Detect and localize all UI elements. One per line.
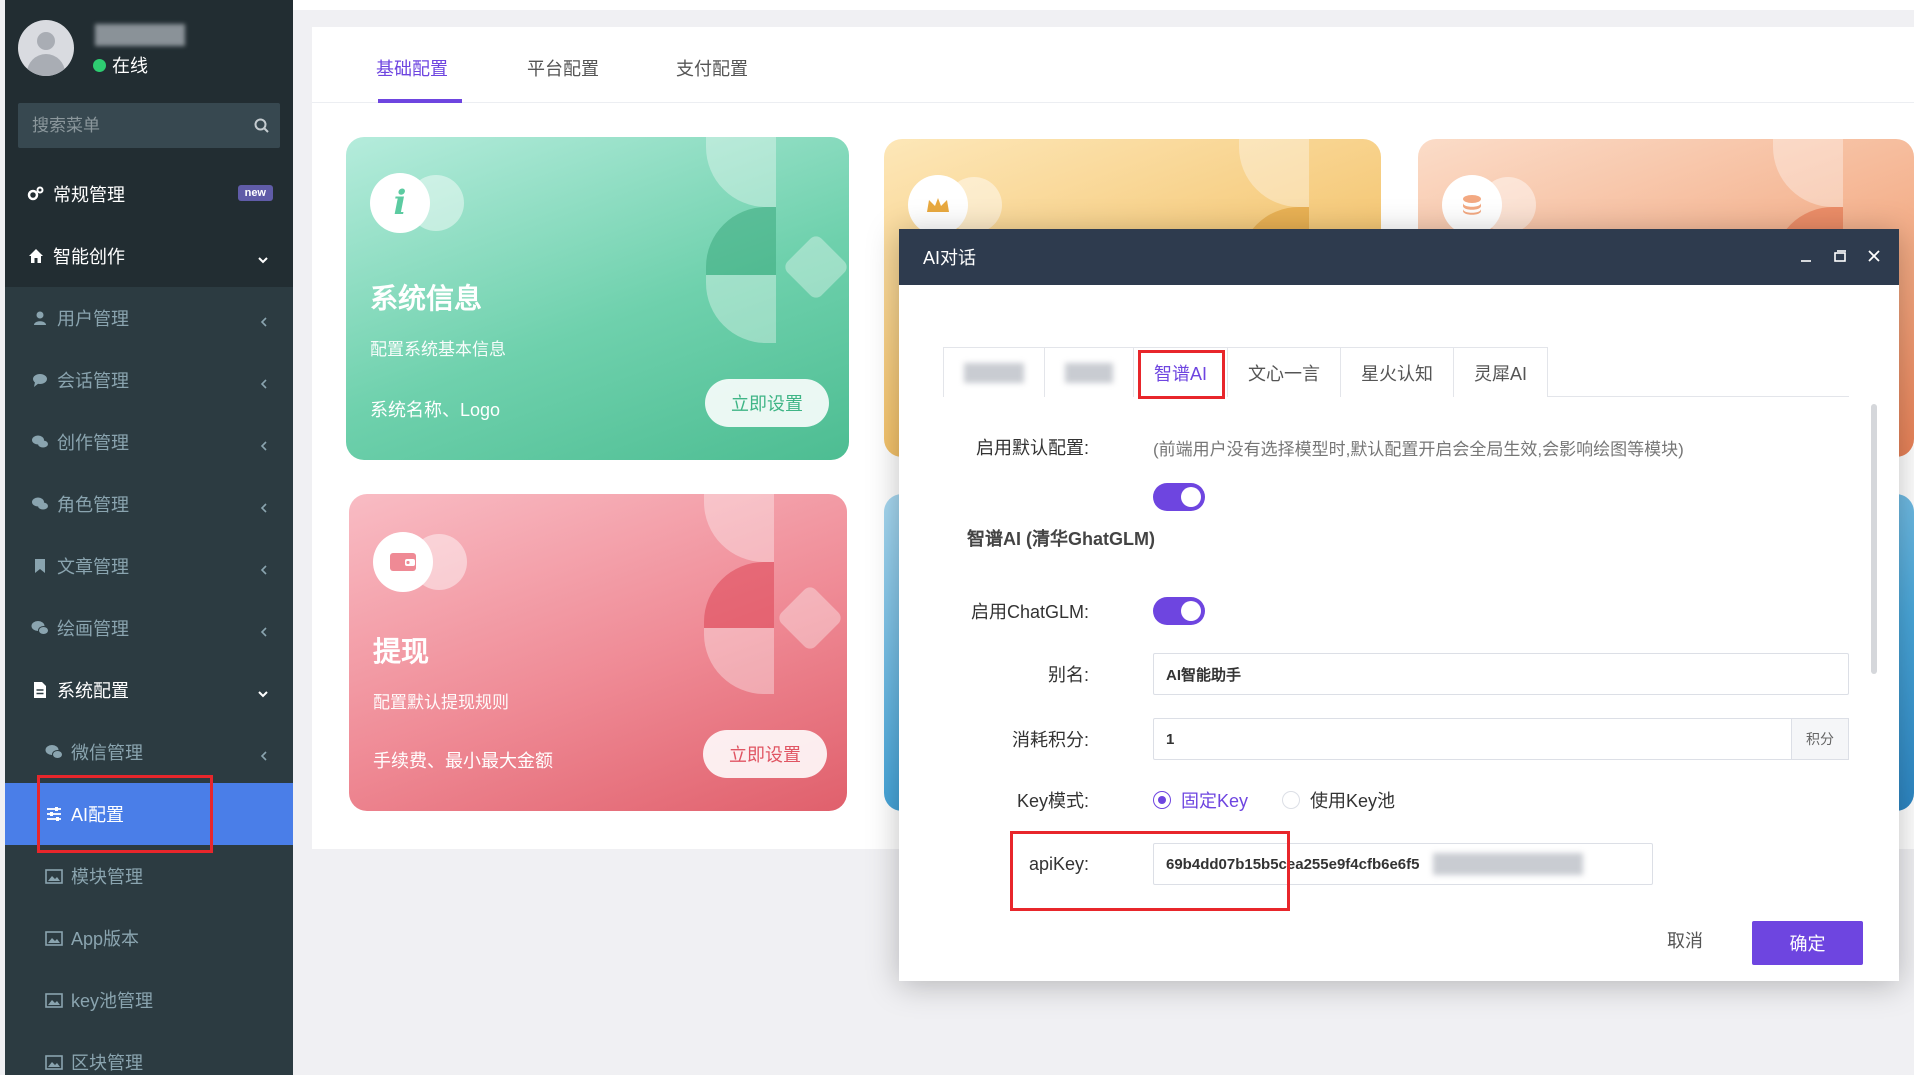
sidebar: 在线 常规管理 new 智能创作 用户管理 会话管理: [5, 0, 293, 1075]
gears-icon: [27, 185, 45, 203]
config-tabs: 基础配置 平台配置 支付配置: [312, 27, 1914, 103]
chevron-left-icon: [259, 560, 269, 575]
creation-submenu: 用户管理 会话管理 创作管理 角色管理 文章管理 绘画管理 系统配置 微信管理 …: [5, 287, 293, 1075]
maximize-icon[interactable]: [1831, 247, 1849, 265]
radio-key-pool[interactable]: 使用Key池: [1282, 787, 1395, 813]
comment-icon: [31, 371, 49, 389]
tab-xinghuo[interactable]: 星火认知: [1340, 347, 1455, 397]
avatar[interactable]: [18, 20, 74, 76]
enable-chatglm-toggle[interactable]: [1153, 597, 1205, 625]
comments-icon: [31, 433, 49, 451]
card-system-info: i 系统信息 配置系统基本信息 系统名称、Logo 立即设置: [346, 137, 849, 460]
row-alias: 别名:: [899, 653, 1899, 695]
chevron-down-icon: [257, 250, 269, 264]
row-key-mode: Key模式: 固定Key 使用Key池: [899, 780, 1899, 820]
radio-fixed-key[interactable]: 固定Key: [1153, 787, 1248, 813]
chevron-left-icon: [259, 746, 269, 761]
key-mode-group: 固定Key 使用Key池: [1153, 787, 1429, 813]
highlight-box-ai-config: [37, 775, 213, 853]
sidebar-item-drawings[interactable]: 绘画管理: [5, 597, 293, 659]
card-withdraw: 提现 配置默认提现规则 手续费、最小最大金额 立即设置: [349, 494, 847, 811]
sidebar-item-key-pool[interactable]: key池管理: [5, 969, 293, 1031]
crown-icon: [908, 175, 968, 235]
online-status: 在线: [93, 52, 148, 78]
sidebar-item-creation[interactable]: 智能创作: [5, 225, 293, 287]
menu-search: [18, 103, 280, 148]
image-icon: [45, 991, 63, 1009]
sidebar-menu: 常规管理 new 智能创作 用户管理 会话管理 创作管理 角色管理 文章管理 绘…: [5, 163, 293, 1075]
cost-input[interactable]: [1153, 718, 1793, 760]
alias-input[interactable]: [1153, 653, 1849, 695]
close-icon[interactable]: [1865, 247, 1883, 265]
sidebar-item-app-version[interactable]: App版本: [5, 907, 293, 969]
sidebar-item-system-config[interactable]: 系统配置: [5, 659, 293, 721]
section-title-zhipu: 智谱AI (清华GhatGLM): [967, 529, 1155, 549]
chevron-left-icon: [259, 498, 269, 513]
file-icon: [31, 681, 49, 699]
wallet-icon: [373, 532, 433, 592]
tab-basic[interactable]: 基础配置: [376, 55, 448, 81]
new-badge: new: [237, 185, 273, 201]
chevron-left-icon: [259, 436, 269, 451]
online-dot-icon: [93, 58, 106, 72]
user-name-redacted: [95, 24, 185, 46]
home-icon: [27, 247, 45, 265]
dialog-header: AI对话: [899, 229, 1899, 285]
ai-provider-tabs: 智谱AI 文心一言 星火认知 灵犀AI: [943, 347, 1849, 397]
withdraw-setup-button[interactable]: 立即设置: [703, 730, 827, 778]
wechat-icon: [31, 619, 49, 637]
row-default-config: 启用默认配置: (前端用户没有选择模型时,默认配置开启会全局生效,会影响绘图等模…: [899, 427, 1899, 467]
sidebar-item-wechat[interactable]: 微信管理: [5, 721, 293, 783]
cancel-button[interactable]: 取消: [1667, 927, 1703, 953]
coins-icon: [1442, 175, 1502, 235]
system-info-setup-button[interactable]: 立即设置: [705, 379, 829, 427]
top-strip: [293, 0, 1914, 10]
default-config-hint: (前端用户没有选择模型时,默认配置开启会全局生效,会影响绘图等模块): [1153, 439, 1684, 459]
tab-wenxin[interactable]: 文心一言: [1227, 347, 1342, 397]
row-cost: 消耗积分: 积分: [899, 718, 1899, 760]
chevron-left-icon: [259, 312, 269, 327]
sidebar-item-general[interactable]: 常规管理 new: [5, 163, 293, 225]
minimize-icon[interactable]: [1797, 247, 1815, 265]
search-icon[interactable]: [253, 117, 271, 135]
user-panel: 在线: [5, 0, 293, 96]
highlight-box-apikey: [1010, 831, 1290, 911]
sidebar-item-articles[interactable]: 文章管理: [5, 535, 293, 597]
tab-payment[interactable]: 支付配置: [676, 55, 748, 81]
image-icon: [45, 867, 63, 885]
user-icon: [31, 309, 49, 327]
sidebar-item-modules[interactable]: 模块管理: [5, 845, 293, 907]
default-config-toggle[interactable]: [1153, 483, 1205, 511]
tab-provider-redacted-2[interactable]: [1044, 347, 1134, 397]
cost-unit-addon: 积分: [1791, 718, 1849, 760]
dialog-title: AI对话: [923, 248, 977, 268]
wechat-icon: [45, 743, 63, 761]
tab-platform[interactable]: 平台配置: [527, 55, 599, 81]
chevron-left-icon: [259, 374, 269, 389]
row-enable-chatglm: 启用ChatGLM:: [899, 591, 1899, 631]
apikey-redacted: [1433, 853, 1583, 875]
chevron-left-icon: [259, 622, 269, 637]
image-icon: [45, 929, 63, 947]
image-icon: [45, 1053, 63, 1071]
tab-provider-redacted-1[interactable]: [943, 347, 1045, 397]
menu-search-input[interactable]: [32, 115, 253, 136]
active-tab-underline: [378, 99, 462, 103]
sidebar-item-users[interactable]: 用户管理: [5, 287, 293, 349]
sidebar-item-blocks[interactable]: 区块管理: [5, 1031, 293, 1075]
sidebar-item-sessions[interactable]: 会话管理: [5, 349, 293, 411]
row-default-toggle: [899, 477, 1899, 517]
bookmark-icon: [31, 557, 49, 575]
sidebar-item-roles[interactable]: 角色管理: [5, 473, 293, 535]
sidebar-item-creations[interactable]: 创作管理: [5, 411, 293, 473]
info-icon: i: [370, 173, 430, 233]
confirm-button[interactable]: 确定: [1752, 921, 1863, 965]
highlight-box-zhipu-tab: [1138, 350, 1225, 399]
tab-lingxi[interactable]: 灵犀AI: [1453, 347, 1549, 397]
chevron-down-icon: [257, 684, 269, 698]
comments-icon: [31, 495, 49, 513]
